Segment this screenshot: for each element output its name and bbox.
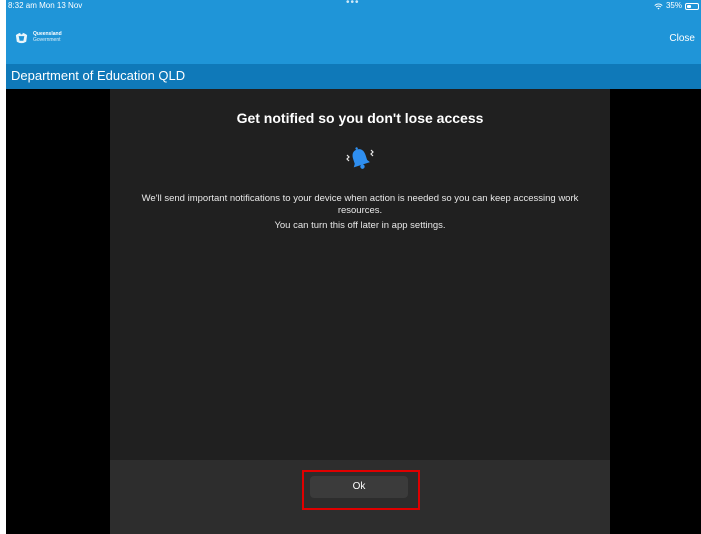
queensland-government-logo: Queensland Government [14, 29, 62, 45]
dialog-settings-note: You can turn this off later in app setti… [274, 220, 446, 231]
bell-icon [346, 147, 374, 169]
nav-bar: Department of Education QLD [6, 64, 701, 89]
dialog-title: Get notified so you don't lose access [236, 110, 484, 126]
header-bar: 8:32 am Mon 13 Nov ••• 35% Queensland Go… [6, 0, 701, 64]
dialog-message: We'll send important notifications to yo… [141, 193, 579, 216]
close-button[interactable]: Close [669, 33, 695, 44]
logo-line-2: Government [33, 37, 61, 43]
crest-icon [15, 32, 28, 44]
app-screen: 8:32 am Mon 13 Nov ••• 35% Queensland Go… [6, 0, 701, 534]
status-bar: 8:32 am Mon 13 Nov ••• 35% [6, 0, 701, 12]
dialog-body: We'll send important notifications to yo… [130, 193, 590, 232]
notification-dialog: Get notified so you don't lose access We… [110, 89, 610, 534]
ok-button-highlight [302, 470, 420, 510]
battery-icon [685, 2, 699, 10]
logo-wordmark: Queensland Government [33, 31, 62, 43]
battery-percent: 35% [665, 1, 682, 10]
wifi-icon [654, 3, 663, 9]
battery-level [687, 4, 691, 8]
multitask-dots[interactable]: ••• [346, 0, 360, 9]
status-right-group: 35% [654, 0, 699, 12]
status-time-date: 8:32 am Mon 13 Nov [8, 1, 83, 10]
page-title: Department of Education QLD [11, 68, 186, 83]
